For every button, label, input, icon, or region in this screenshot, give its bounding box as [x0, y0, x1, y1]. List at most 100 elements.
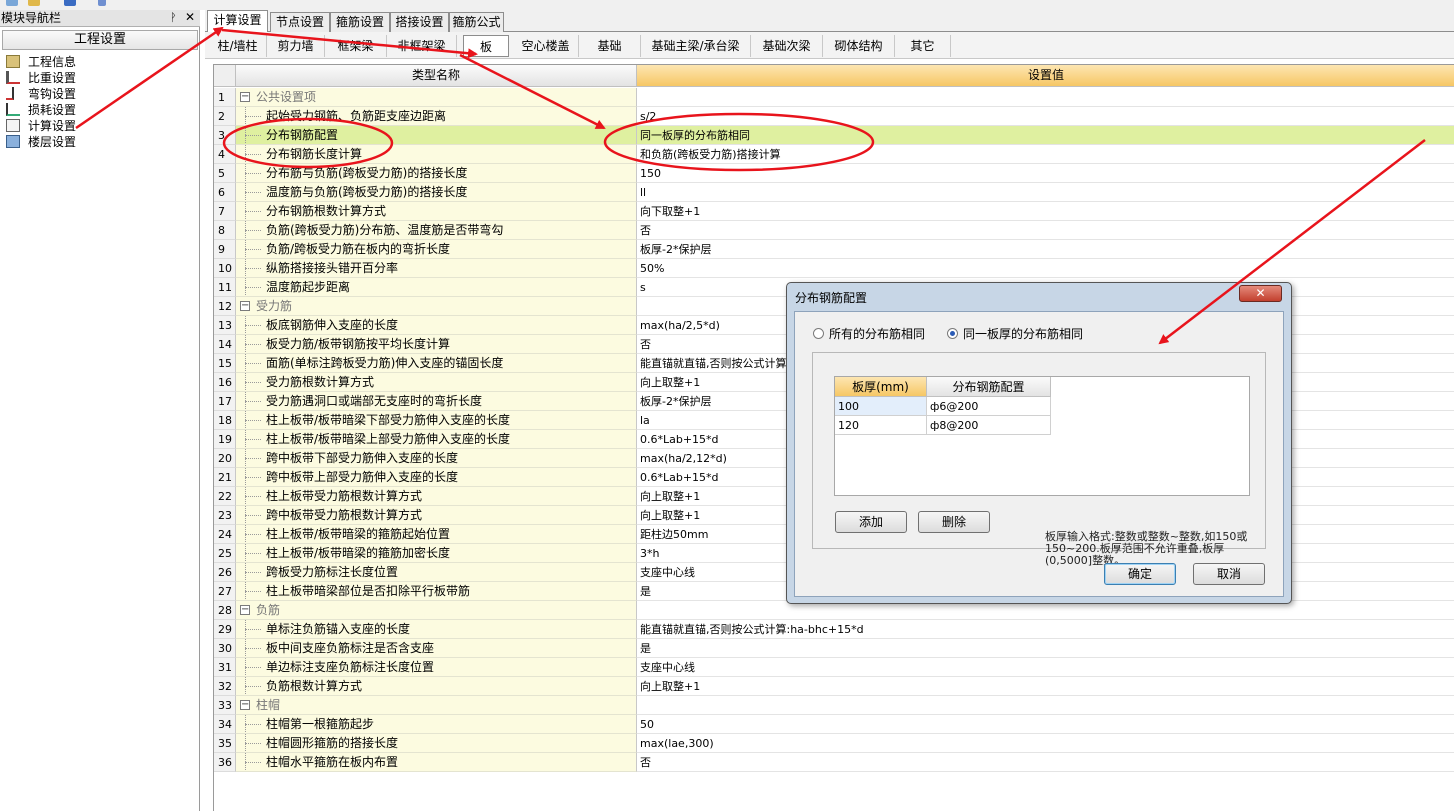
grid-row[interactable]: 31 单边标注支座负筋标注长度位置 支座中心线 — [214, 658, 1454, 677]
row-name-cell: 柱上板带受力筋根数计算方式 — [236, 487, 637, 506]
row-name-cell: 温度筋起步距离 — [236, 278, 637, 297]
dialog-close-button[interactable]: ✕ — [1239, 285, 1282, 302]
tab-lap-settings[interactable]: 搭接设置 — [390, 12, 449, 32]
row-name: 跨板受力筋标注长度位置 — [266, 565, 399, 579]
row-name: 柱上板带/板带暗梁的箍筋起始位置 — [266, 527, 451, 541]
nav-item-label: 楼层设置 — [28, 135, 77, 149]
grid-row[interactable]: 29 单标注负筋锚入支座的长度 能直锚就直锚,否则按公式计算:ha-bhc+15*d — [214, 620, 1454, 639]
ok-button[interactable]: 确定 — [1104, 563, 1176, 585]
radio-all-same[interactable]: 所有的分布筋相同 — [813, 327, 933, 341]
tree-line — [245, 230, 261, 231]
tab-calc-settings[interactable]: 计算设置 — [207, 10, 268, 33]
subtab-foundation-secondary-beam[interactable]: 基础次梁 — [751, 35, 823, 57]
nav-item-calc-settings[interactable]: 计算设置 — [6, 118, 126, 134]
grid-row[interactable]: 35 柱帽圆形箍筋的搭接长度 max(lae,300) — [214, 734, 1454, 753]
close-icon[interactable]: ✕ — [185, 10, 195, 25]
grid-row[interactable]: 30 板中间支座负筋标注是否含支座 是 — [214, 639, 1454, 658]
grid-row[interactable]: 10 纵筋搭接接头错开百分率 50% — [214, 259, 1454, 278]
row-value-cell[interactable]: ll — [637, 183, 1454, 202]
delete-button[interactable]: 删除 — [918, 511, 990, 533]
nav-item-hook[interactable]: 弯钩设置 — [6, 86, 126, 102]
thickness-format-hint: 板厚输入格式:整数或整数~整数,如150或150~200.板厚范围不允许重叠,板… — [1045, 530, 1248, 567]
subtab-other[interactable]: 其它 — [895, 35, 951, 57]
grid-row[interactable]: 4 分布钢筋长度计算 和负筋(跨板受力筋)搭接计算 — [214, 145, 1454, 164]
tab-stirrup-formula[interactable]: 箍筋公式 — [449, 12, 504, 32]
sub-tab-bar: 柱/墙柱 剪力墙 框架梁 非框架梁 板 空心楼盖 基础 基础主梁/承台梁 基础次… — [205, 32, 1454, 59]
column-header-name: 类型名称 — [236, 65, 637, 87]
row-value-cell[interactable]: 是 — [637, 639, 1454, 658]
row-value-cell[interactable]: max(lae,300) — [637, 734, 1454, 753]
cell-thickness[interactable]: 120 — [835, 416, 927, 435]
grid-row[interactable]: 36 柱帽水平箍筋在板内布置 否 — [214, 753, 1454, 772]
subtab-foundation-main-beam[interactable]: 基础主梁/承台梁 — [641, 35, 751, 57]
row-value-cell[interactable]: 50 — [637, 715, 1454, 734]
grid-row[interactable]: 6 温度筋与负筋(跨板受力筋)的搭接长度 ll — [214, 183, 1454, 202]
row-value-cell[interactable]: 向上取整+1 — [637, 677, 1454, 696]
row-name-cell: 单边标注支座负筋标注长度位置 — [236, 658, 637, 677]
tab-node-settings[interactable]: 节点设置 — [270, 12, 330, 32]
row-name-cell: 负筋根数计算方式 — [236, 677, 637, 696]
subtab-frame-beam[interactable]: 框架梁 — [325, 35, 387, 57]
subtab-non-frame-beam[interactable]: 非框架梁 — [387, 35, 457, 57]
grid-row[interactable]: 32 负筋根数计算方式 向上取整+1 — [214, 677, 1454, 696]
subtab-column[interactable]: 柱/墙柱 — [209, 35, 267, 57]
nav-item-floor[interactable]: 楼层设置 — [6, 134, 126, 150]
row-value-cell[interactable]: 否 — [637, 221, 1454, 240]
row-value-cell[interactable]: 板厚-2*保护层 — [637, 240, 1454, 259]
grid-row[interactable]: 2 起始受力钢筋、负筋距支座边距离 s/2 — [214, 107, 1454, 126]
row-name: 柱上板带/板带暗梁下部受力筋伸入支座的长度 — [266, 413, 511, 427]
row-name-cell: 柱帽水平箍筋在板内布置 — [236, 753, 637, 772]
collapse-icon[interactable]: − — [240, 700, 250, 710]
row-name-cell: − 负筋 — [236, 601, 637, 620]
collapse-icon[interactable]: − — [240, 605, 250, 615]
add-button[interactable]: 添加 — [835, 511, 907, 533]
tab-stirrup-settings[interactable]: 箍筋设置 — [330, 12, 390, 32]
nav-item-weight[interactable]: 比重设置 — [6, 70, 126, 86]
radio-all-same-dot[interactable] — [813, 328, 824, 339]
row-value-cell[interactable]: 150 — [637, 164, 1454, 183]
grid-row[interactable]: 7 分布钢筋根数计算方式 向下取整+1 — [214, 202, 1454, 221]
collapse-icon[interactable]: − — [240, 92, 250, 102]
open-icon[interactable] — [28, 0, 40, 6]
row-value-cell[interactable]: 能直锚就直锚,否则按公式计算:ha-bhc+15*d — [637, 620, 1454, 639]
subtab-hollow-floor[interactable]: 空心楼盖 — [513, 35, 579, 57]
subtab-masonry[interactable]: 砌体结构 — [823, 35, 895, 57]
row-value-cell[interactable]: 向下取整+1 — [637, 202, 1454, 221]
grid-row[interactable]: 8 负筋(跨板受力筋)分布筋、温度筋是否带弯勾 否 — [214, 221, 1454, 240]
subtab-slab[interactable]: 板 — [463, 35, 509, 57]
row-value-cell[interactable]: 同一板厚的分布筋相同 — [637, 126, 1454, 145]
new-icon[interactable] — [6, 0, 18, 6]
grid-group-row[interactable]: 33− 柱帽 — [214, 696, 1454, 715]
radio-all-same-label: 所有的分布筋相同 — [829, 327, 926, 341]
grid-row[interactable]: 3 分布钢筋配置 同一板厚的分布筋相同 — [214, 126, 1454, 145]
subtab-foundation[interactable]: 基础 — [579, 35, 641, 57]
radio-same-thickness[interactable]: 同一板厚的分布筋相同 — [947, 327, 1087, 341]
radio-same-thickness-dot[interactable] — [947, 328, 958, 339]
row-value-cell[interactable]: 支座中心线 — [637, 658, 1454, 677]
row-name-cell: 柱上板带暗梁部位是否扣除平行板带筋 — [236, 582, 637, 601]
row-number: 11 — [214, 278, 236, 297]
row-name-cell: 受力筋遇洞口或端部无支座时的弯折长度 — [236, 392, 637, 411]
row-value-cell[interactable]: 否 — [637, 753, 1454, 772]
grid-row[interactable]: 34 柱帽第一根箍筋起步 50 — [214, 715, 1454, 734]
cell-config[interactable]: ф8@200 — [927, 416, 1051, 435]
nav-item-loss[interactable]: 损耗设置 — [6, 102, 126, 118]
tree-line — [245, 154, 261, 155]
row-value-cell[interactable]: s/2 — [637, 107, 1454, 126]
collapse-icon[interactable]: − — [240, 301, 250, 311]
nav-group-project-settings[interactable]: 工程设置 — [2, 30, 198, 50]
cancel-button[interactable]: 取消 — [1193, 563, 1265, 585]
pin-icon[interactable]: ᚹ — [170, 11, 177, 25]
cell-config[interactable]: ф6@200 — [927, 397, 1051, 416]
row-value-cell[interactable]: 50% — [637, 259, 1454, 278]
grid-row[interactable]: 5 分布筋与负筋(跨板受力筋)的搭接长度 150 — [214, 164, 1454, 183]
cell-thickness[interactable]: 100 — [835, 397, 927, 416]
undo-icon[interactable] — [98, 0, 106, 6]
row-value-cell[interactable]: 和负筋(跨板受力筋)搭接计算 — [637, 145, 1454, 164]
grid-row[interactable]: 9 负筋/跨板受力筋在板内的弯折长度 板厚-2*保护层 — [214, 240, 1454, 259]
subtab-shear-wall[interactable]: 剪力墙 — [267, 35, 325, 57]
row-number: 5 — [214, 164, 236, 183]
nav-item-project-info[interactable]: 工程信息 — [6, 54, 126, 70]
save-icon[interactable] — [64, 0, 76, 6]
grid-group-row[interactable]: 1− 公共设置项 — [214, 88, 1454, 107]
